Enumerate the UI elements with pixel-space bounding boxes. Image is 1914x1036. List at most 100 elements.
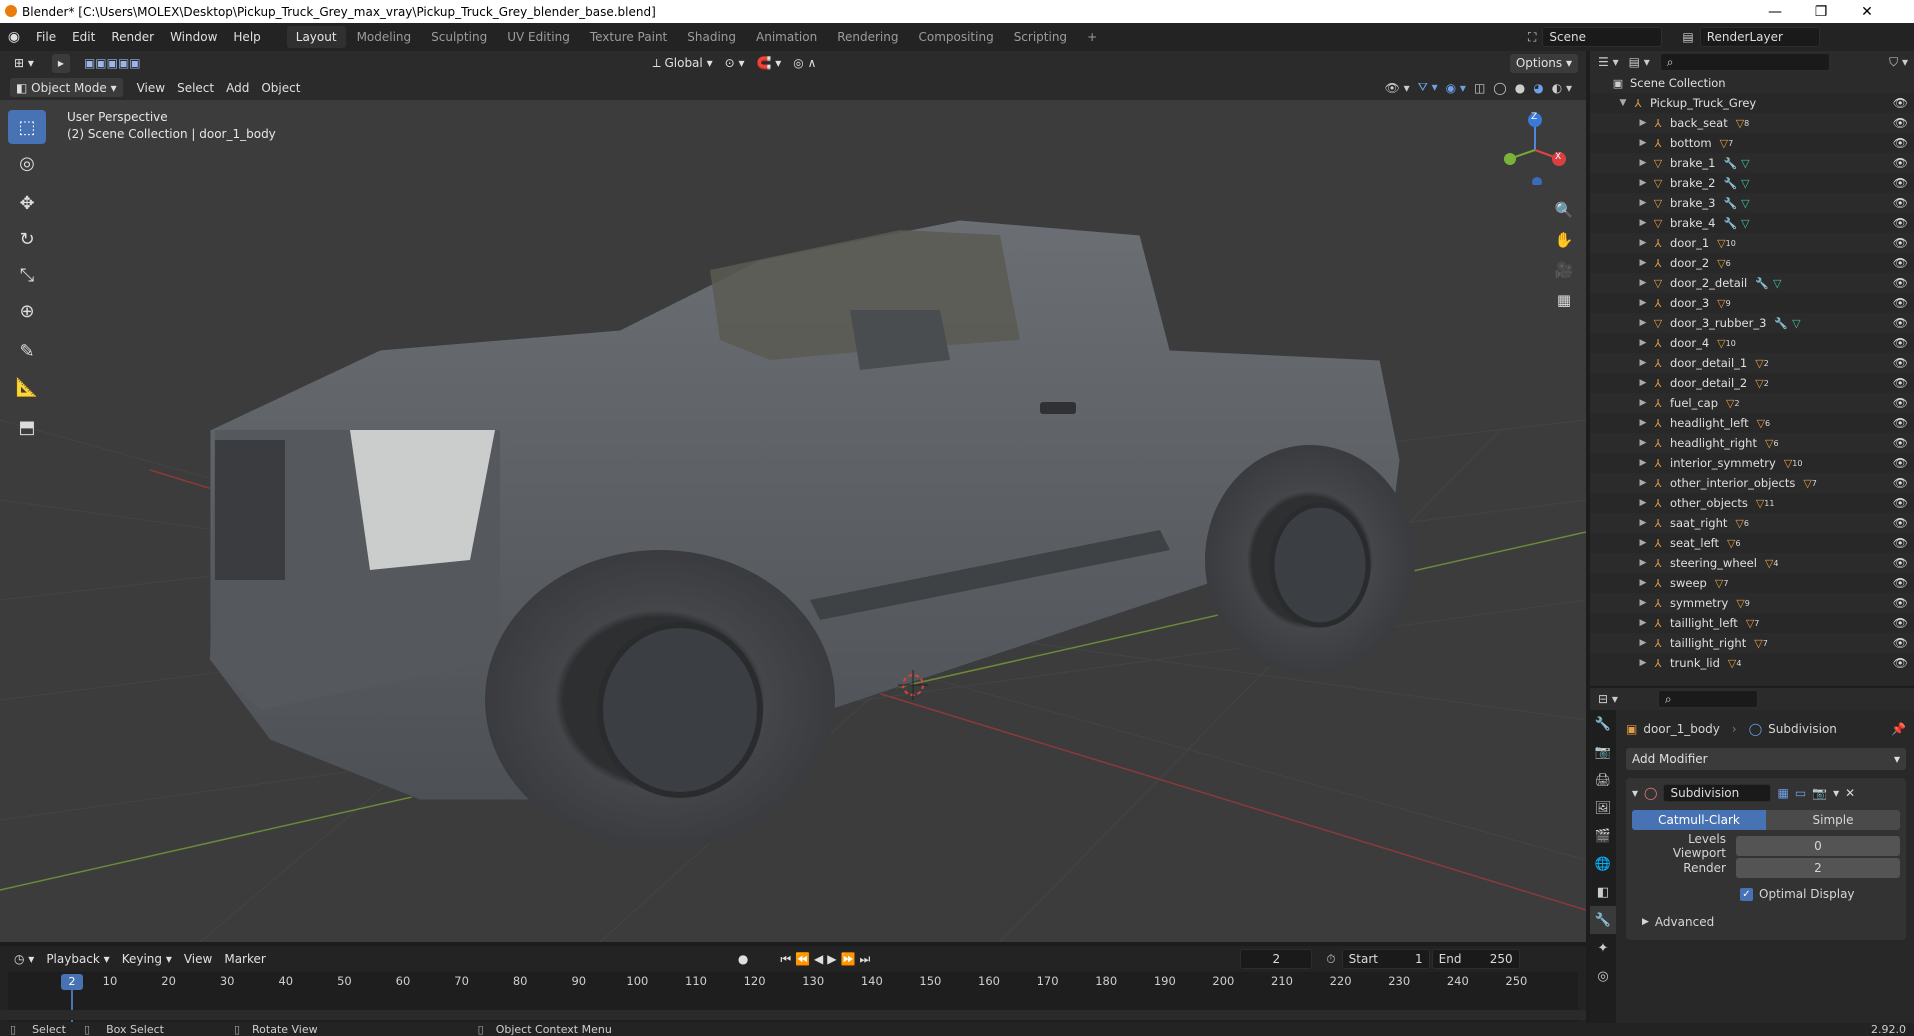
tool-tab-icon[interactable]: 🔧 — [1590, 710, 1616, 738]
outliner-row-door-2[interactable]: ▶ ⅄ door_2 ▽ 6 👁 — [1590, 253, 1914, 273]
outliner-row-taillight-left[interactable]: ▶ ⅄ taillight_left ▽ 7 👁 — [1590, 613, 1914, 633]
expand-arrow-icon[interactable]: ▶ — [1636, 658, 1650, 668]
pan-hand-icon[interactable]: ✋ — [1552, 225, 1576, 255]
render-levels-field[interactable]: 2 — [1736, 858, 1900, 878]
render-tab-icon[interactable]: 📷 — [1590, 738, 1616, 766]
tab-compositing[interactable]: Compositing — [909, 26, 1002, 48]
navigation-gizmo[interactable]: Z X — [1500, 110, 1570, 187]
minimize-button[interactable]: — — [1752, 0, 1798, 23]
select-box-tool-icon[interactable]: ⬚ — [8, 110, 46, 144]
tab-texture-paint[interactable]: Texture Paint — [581, 26, 676, 48]
maximize-button[interactable]: ❐ — [1798, 0, 1844, 23]
levels-viewport-field[interactable]: 0 — [1736, 836, 1900, 856]
visibility-eye-icon[interactable]: 👁 — [1893, 216, 1908, 230]
expand-arrow-icon[interactable]: ▶ — [1636, 298, 1650, 308]
close-button[interactable]: ✕ — [1844, 0, 1890, 23]
menu-keying[interactable]: Keying ▾ — [116, 950, 178, 969]
display-mode-icon[interactable]: ▤ ▾ — [1629, 55, 1650, 69]
outliner-row-door-2-detail[interactable]: ▶ ▽ door_2_detail 🔧 ▽ 👁 — [1590, 273, 1914, 293]
tab-animation[interactable]: Animation — [747, 26, 826, 48]
move-tool-icon[interactable]: ✥ — [8, 186, 46, 220]
rear-wheel[interactable] — [1205, 445, 1415, 675]
modifier-wrench-icon[interactable]: 🔧 — [1723, 177, 1737, 190]
outliner-row-door-detail-1[interactable]: ▶ ⅄ door_detail_1 ▽ 2 👁 — [1590, 353, 1914, 373]
visibility-eye-icon[interactable]: 👁 — [1893, 116, 1908, 130]
mesh-data-icon[interactable]: ▽ — [1741, 197, 1749, 210]
tab-layout[interactable]: Layout — [286, 26, 346, 48]
outliner-row-other-objects[interactable]: ▶ ⅄ other_objects ▽ 11 👁 — [1590, 493, 1914, 513]
children-icon[interactable]: ▽ — [1720, 137, 1728, 150]
visibility-eye-icon[interactable]: 👁 — [1893, 536, 1908, 550]
shading-solid-icon[interactable]: ● — [1515, 81, 1525, 95]
children-icon[interactable]: ▽ — [1765, 557, 1773, 570]
modifier-wrench-icon[interactable]: 🔧 — [1723, 217, 1737, 230]
visibility-eye-icon[interactable]: 👁 — [1893, 96, 1908, 110]
add-workspace-button[interactable]: + — [1078, 26, 1106, 48]
outliner-row-sweep[interactable]: ▶ ⅄ sweep ▽ 7 👁 — [1590, 573, 1914, 593]
visibility-eye-icon[interactable]: 👁 — [1893, 256, 1908, 270]
expand-arrow-icon[interactable]: ▶ — [1636, 158, 1650, 168]
children-icon[interactable]: ▽ — [1756, 497, 1764, 510]
optimal-display-checkbox[interactable]: ✓ — [1740, 887, 1753, 901]
expand-arrow-icon[interactable]: ▶ — [1636, 638, 1650, 648]
children-icon[interactable]: ▽ — [1784, 457, 1792, 470]
outliner-row-door-3[interactable]: ▶ ⅄ door_3 ▽ 9 👁 — [1590, 293, 1914, 313]
tab-rendering[interactable]: Rendering — [828, 26, 907, 48]
properties-search-input[interactable]: ⌕ — [1657, 690, 1758, 708]
expand-arrow-icon[interactable]: ▶ — [1636, 338, 1650, 348]
visibility-eye-icon[interactable]: 👁 — [1893, 396, 1908, 410]
expand-arrow-icon[interactable]: ▶ — [1636, 598, 1650, 608]
annotate-tool-icon[interactable]: ✎ — [8, 334, 46, 368]
modifier-remove-icon[interactable]: ✕ — [1845, 786, 1855, 800]
menu-playback[interactable]: Playback ▾ — [40, 950, 115, 969]
children-icon[interactable]: ▽ — [1717, 337, 1725, 350]
expand-arrow-icon[interactable]: ▶ — [1636, 438, 1650, 448]
visibility-eye-icon[interactable]: 👁 — [1893, 456, 1908, 470]
expand-arrow-icon[interactable]: ▶ — [1636, 278, 1650, 288]
xray-icon[interactable]: ◫ — [1474, 81, 1485, 95]
visibility-eye-icon[interactable]: 👁 — [1893, 296, 1908, 310]
children-icon[interactable]: ▽ — [1803, 477, 1811, 490]
shading-rendered-icon[interactable]: ◐ ▾ — [1552, 81, 1572, 95]
outliner-row-other-interior-objects[interactable]: ▶ ⅄ other_interior_objects ▽ 7 👁 — [1590, 473, 1914, 493]
outliner-editor-icon[interactable]: ☰ ▾ — [1598, 55, 1619, 69]
object-tab-icon[interactable]: ◧ — [1590, 878, 1616, 906]
children-icon[interactable]: ▽ — [1736, 117, 1744, 130]
outliner-row-door-detail-2[interactable]: ▶ ⅄ door_detail_2 ▽ 2 👁 — [1590, 373, 1914, 393]
children-icon[interactable]: ▽ — [1717, 237, 1725, 250]
visibility-eye-icon[interactable]: 👁 — [1893, 436, 1908, 450]
rotate-tool-icon[interactable]: ↻ — [8, 222, 46, 256]
visibility-eye-icon[interactable]: 👁 — [1893, 416, 1908, 430]
visibility-eye-icon[interactable]: 👁 — [1893, 576, 1908, 590]
menu-view[interactable]: View — [131, 78, 171, 97]
visibility-eye-icon[interactable]: 👁 — [1893, 196, 1908, 210]
pivot-icon[interactable]: ⊙ ▾ — [719, 54, 751, 73]
mesh-data-icon[interactable]: ▽ — [1773, 277, 1781, 290]
expand-arrow-icon[interactable]: ▶ — [1636, 378, 1650, 388]
expand-arrow-icon[interactable]: ▶ — [1636, 478, 1650, 488]
visibility-icon[interactable]: 👁 ▾ — [1385, 81, 1410, 95]
output-tab-icon[interactable]: 🖨 — [1590, 766, 1616, 794]
modifier-wrench-icon[interactable]: 🔧 — [1723, 197, 1737, 210]
options-button[interactable]: Options ▾ — [1509, 53, 1578, 73]
expand-arrow-icon[interactable]: ▶ — [1636, 258, 1650, 268]
expand-arrow-icon[interactable]: ▶ — [1636, 558, 1650, 568]
mode-dropdown[interactable]: ◧ Object Mode ▾ — [10, 78, 123, 97]
outliner-row-steering-wheel[interactable]: ▶ ⅄ steering_wheel ▽ 4 👁 — [1590, 553, 1914, 573]
expand-arrow-icon[interactable]: ▶ — [1636, 198, 1650, 208]
scene-selector[interactable]: Scene — [1542, 27, 1663, 47]
children-icon[interactable]: ▽ — [1717, 297, 1725, 310]
visibility-eye-icon[interactable]: 👁 — [1893, 176, 1908, 190]
menu-file[interactable]: File — [28, 23, 64, 51]
mesh-data-icon[interactable]: ▽ — [1741, 217, 1749, 230]
expand-arrow-icon[interactable]: ▶ — [1636, 418, 1650, 428]
modifier-wrench-icon[interactable]: 🔧 — [1755, 277, 1769, 290]
children-icon[interactable]: ▽ — [1755, 357, 1763, 370]
visibility-eye-icon[interactable]: 👁 — [1893, 496, 1908, 510]
visibility-eye-icon[interactable]: 👁 — [1893, 636, 1908, 650]
measure-tool-icon[interactable]: 📐 — [8, 370, 46, 404]
children-icon[interactable]: ▽ — [1727, 537, 1735, 550]
mesh-data-icon[interactable]: ▽ — [1741, 177, 1749, 190]
menu-object[interactable]: Object — [255, 78, 306, 97]
world-tab-icon[interactable]: 🌐 — [1590, 850, 1616, 878]
